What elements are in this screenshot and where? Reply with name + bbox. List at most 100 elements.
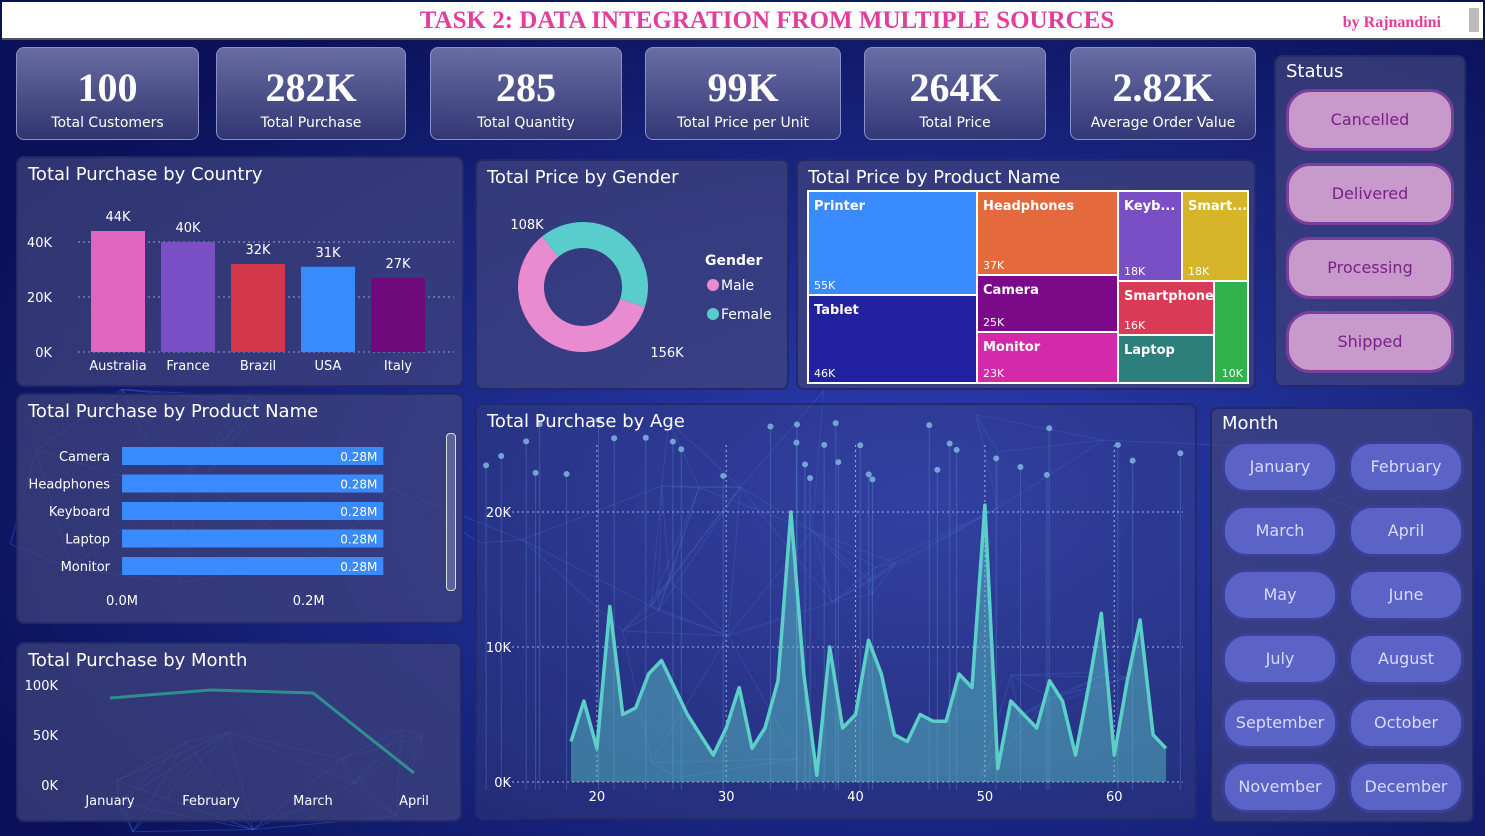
kpi-value: 285 bbox=[496, 65, 556, 110]
x-tick-label: 30 bbox=[718, 790, 735, 805]
kpi-value: 2.82K bbox=[1112, 65, 1214, 110]
month-slicer: Month January February March April May June Ju… bbox=[1210, 407, 1474, 823]
y-tick-label: Laptop bbox=[65, 533, 110, 548]
x-tick-label: Australia bbox=[89, 359, 147, 374]
treemap-category-label: Headphones bbox=[983, 199, 1074, 214]
status-option-processing[interactable]: Processing bbox=[1286, 237, 1454, 299]
bar-italy bbox=[371, 277, 425, 352]
y-tick-label: 40K bbox=[27, 236, 53, 251]
country-bar-chart: 0K 20K 40K 44K Australia 40K France 32K Brazil 31… bbox=[27, 210, 454, 374]
x-tick-label: 60 bbox=[1106, 790, 1123, 805]
kpi-label: Average Order Value bbox=[1090, 115, 1236, 131]
x-tick-label: February bbox=[182, 794, 240, 809]
month-option-september[interactable]: September bbox=[1222, 697, 1338, 749]
month-option-august[interactable]: August bbox=[1348, 633, 1464, 685]
status-slicer: Status Cancelled Delivered Processing Shipp… bbox=[1274, 55, 1466, 387]
y-tick-label: 20K bbox=[486, 506, 512, 521]
y-tick-label: 0K bbox=[35, 346, 52, 361]
bar-france bbox=[161, 242, 215, 352]
legend-marker bbox=[707, 308, 719, 320]
treemap-value-label: 16K bbox=[1124, 319, 1146, 332]
month-option-january[interactable]: January bbox=[1222, 441, 1338, 493]
treemap-value-label: 18K bbox=[1188, 265, 1210, 278]
data-label: 32K bbox=[245, 243, 271, 258]
gender-donut-chart: 156K 108K Gender Male Female bbox=[510, 218, 772, 361]
kpi-value: 99K bbox=[707, 65, 779, 110]
header-bar: TASK 2: DATA INTEGRATION FROM MULTIPLE S… bbox=[2, 2, 1483, 40]
kpi-value: 100 bbox=[77, 65, 138, 110]
status-option-delivered[interactable]: Delivered bbox=[1286, 163, 1454, 225]
treemap-category-label: Smartphone bbox=[1124, 289, 1214, 304]
data-label: 31K bbox=[315, 246, 341, 261]
kpi-label: Total Price per Unit bbox=[677, 115, 809, 131]
month-option-june[interactable]: June bbox=[1348, 569, 1464, 621]
chart-scrollbar[interactable] bbox=[446, 433, 456, 591]
x-tick-label: 0.2M bbox=[293, 594, 325, 609]
bar-australia bbox=[91, 231, 145, 352]
kpi-total-purchase: 282K Total Purchase bbox=[216, 47, 406, 140]
kpi-label: Total Quantity bbox=[477, 115, 575, 131]
month-option-november[interactable]: November bbox=[1222, 761, 1338, 813]
kpi-total-price: 264K Total Price bbox=[864, 47, 1046, 140]
kpi-value: 282K bbox=[265, 65, 357, 110]
treemap-category-label: Monitor bbox=[983, 340, 1041, 355]
month-slicer-title: Month bbox=[1222, 413, 1279, 434]
y-tick-label: Monitor bbox=[61, 560, 111, 575]
legend-title: Gender bbox=[705, 253, 762, 269]
treemap-category-label: Tablet bbox=[814, 303, 859, 318]
month-option-march[interactable]: March bbox=[1222, 505, 1338, 557]
treemap-value-label: 55K bbox=[814, 279, 836, 292]
page-title: TASK 2: DATA INTEGRATION FROM MULTIPLE S… bbox=[419, 7, 1115, 34]
kpi-average-order-value: 2.82K Average Order Value bbox=[1070, 47, 1256, 140]
treemap-value-label: 23K bbox=[983, 367, 1005, 380]
treemap-value-label: 46K bbox=[814, 367, 836, 380]
month-option-may[interactable]: May bbox=[1222, 569, 1338, 621]
status-option-cancelled[interactable]: Cancelled bbox=[1286, 89, 1454, 151]
x-tick-label: 50 bbox=[977, 790, 994, 805]
x-tick-label: April bbox=[399, 794, 429, 809]
treemap-value-label: 37K bbox=[983, 259, 1005, 272]
product-price-treemap: Printer 55K Tablet 46K Headphones 37K Camera 25… bbox=[807, 190, 1249, 384]
x-tick-label: March bbox=[293, 794, 333, 809]
treemap-value-label: 18K bbox=[1124, 265, 1146, 278]
y-tick-label: Headphones bbox=[29, 478, 111, 493]
y-tick-label: 20K bbox=[27, 291, 53, 306]
line-series bbox=[109, 688, 415, 775]
data-label: 0.28M bbox=[340, 560, 377, 574]
month-option-december[interactable]: December bbox=[1348, 761, 1464, 813]
y-tick-label: Keyboard bbox=[49, 505, 110, 520]
data-label: 0.28M bbox=[340, 450, 377, 464]
x-tick-label: January bbox=[84, 794, 135, 809]
country-chart-panel: Total Purchase by Country 0K 20K 40K 44K Aus… bbox=[16, 156, 464, 387]
product-price-panel: Total Price by Product Name Printer 55K Ta… bbox=[796, 159, 1256, 390]
treemap-category-label: Smart... bbox=[1188, 199, 1247, 214]
month-line-panel: Total Purchase by Month 0K 50K 100K January… bbox=[16, 642, 462, 822]
data-label: 44K bbox=[105, 210, 131, 225]
gender-chart-panel: Total Price by Gender 156K 108K Gender Male… bbox=[475, 159, 789, 390]
treemap-category-label: Laptop bbox=[1124, 343, 1175, 358]
legend-label: Male bbox=[721, 278, 754, 294]
y-tick-label: 10K bbox=[486, 641, 512, 656]
treemap-category-label: Camera bbox=[983, 283, 1039, 298]
y-tick-label: 0K bbox=[41, 779, 58, 794]
kpi-total-price-per-unit: 99K Total Price per Unit bbox=[645, 47, 841, 140]
month-option-october[interactable]: October bbox=[1348, 697, 1464, 749]
scrollbar[interactable] bbox=[1469, 8, 1479, 32]
data-label: 0.28M bbox=[340, 478, 377, 492]
status-option-shipped[interactable]: Shipped bbox=[1286, 311, 1454, 373]
data-label: 27K bbox=[385, 257, 411, 272]
data-label: 0.28M bbox=[340, 505, 377, 519]
status-slicer-title: Status bbox=[1286, 61, 1344, 82]
legend-label: Female bbox=[721, 307, 772, 323]
y-tick-label: 100K bbox=[25, 679, 59, 694]
data-label: 156K bbox=[650, 346, 684, 361]
month-option-april[interactable]: April bbox=[1348, 505, 1464, 557]
data-label: 0.28M bbox=[340, 533, 377, 547]
month-option-february[interactable]: February bbox=[1348, 441, 1464, 493]
x-tick-label: France bbox=[166, 359, 209, 374]
x-tick-label: Italy bbox=[384, 359, 413, 374]
x-tick-label: USA bbox=[315, 359, 342, 374]
month-option-july[interactable]: July bbox=[1222, 633, 1338, 685]
bar-brazil bbox=[231, 264, 285, 352]
age-area-chart: 0K 10K 20K 20 30 40 50 60 bbox=[486, 445, 1183, 805]
